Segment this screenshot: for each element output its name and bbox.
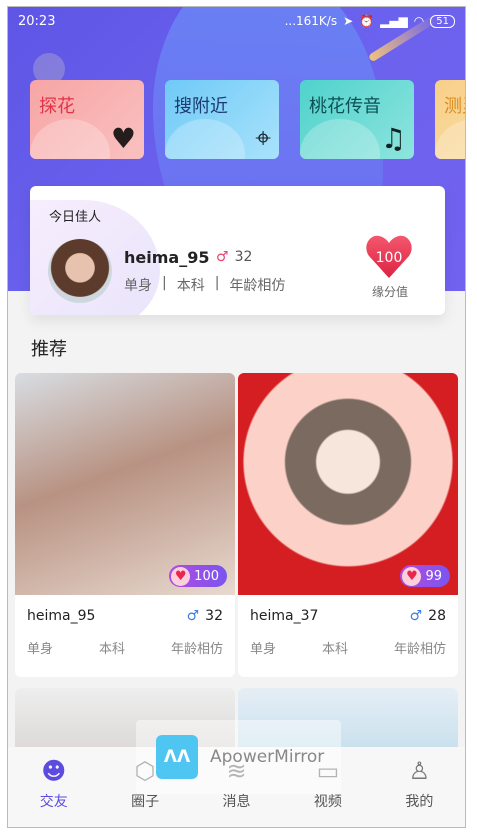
tag-age: 年龄相仿 bbox=[229, 278, 286, 294]
score-value: 100 bbox=[194, 568, 219, 584]
heart-icon: ♥ bbox=[402, 566, 422, 586]
alarm-icon: ⏰ bbox=[359, 14, 375, 28]
category-card-1[interactable]: 搜附近 ⌖ bbox=[165, 80, 279, 159]
category-label: 桃花传音 bbox=[309, 96, 381, 117]
tag-status: 单身 bbox=[124, 278, 152, 294]
status-bar: 20:23 ...161K/s ➤ ⏰ ▂▄▆ ◠ 51 bbox=[8, 7, 465, 35]
male-icon: ♂ bbox=[409, 608, 423, 624]
status-time: 20:23 bbox=[18, 13, 56, 29]
watermark-text: ApowerMirror bbox=[210, 747, 325, 767]
profile-icon: ♙ bbox=[408, 757, 431, 785]
today-age: 32 bbox=[234, 249, 253, 265]
user-photo: ♥ 100 bbox=[15, 373, 235, 595]
today-name: heima_95 bbox=[124, 248, 210, 267]
heart-icon: ♥ bbox=[171, 566, 191, 586]
user-tag: 单身 bbox=[27, 642, 54, 657]
apowermirror-logo-icon: ΛΛ bbox=[156, 735, 198, 779]
user-tag: 本科 bbox=[98, 642, 125, 657]
signal-icon: ▂▄▆ bbox=[380, 14, 408, 28]
user-tag: 单身 bbox=[250, 642, 277, 657]
user-card[interactable]: ♥ 100 heima_95 ♂ 32 单身 本科 年龄相仿 bbox=[15, 373, 235, 677]
category-card-0[interactable]: 探花 ♥ bbox=[30, 80, 144, 159]
nav-label: 交友 bbox=[39, 794, 68, 810]
category-label: 探花 bbox=[39, 96, 75, 117]
category-card-3[interactable]: 测灵魂✦ bbox=[435, 80, 465, 159]
today-score: 100 bbox=[375, 250, 403, 266]
category-illustration-icon: ♥ bbox=[110, 122, 136, 155]
user-name: heima_95 bbox=[27, 608, 96, 624]
nav-label: 我的 bbox=[405, 794, 434, 810]
user-name: heima_37 bbox=[250, 608, 319, 624]
category-card-2[interactable]: 桃花传音 ♫ bbox=[300, 80, 414, 159]
today-best-card[interactable]: 今日佳人 heima_95 ♂ 32 单身 | 本科 | 年龄相仿 100 缘分值 bbox=[30, 186, 445, 315]
score-badge: ♥ 99 bbox=[400, 565, 450, 587]
category-illustration-icon: ♫ bbox=[380, 122, 406, 155]
nav-item-0[interactable]: ☻ 交友 bbox=[8, 747, 99, 827]
category-label: 搜附近 bbox=[174, 96, 228, 117]
user-tag: 年龄相仿 bbox=[393, 642, 446, 657]
network-speed: ...161K/s bbox=[284, 14, 338, 28]
location-icon: ➤ bbox=[343, 14, 354, 28]
today-title: 今日佳人 bbox=[49, 210, 102, 225]
score-label: 缘分值 bbox=[372, 285, 409, 299]
male-icon: ♂ bbox=[186, 608, 200, 624]
chat-icon: ☻ bbox=[41, 757, 67, 785]
user-card[interactable]: ♥ 99 heima_37 ♂ 28 单身 本科 年龄相仿 bbox=[238, 373, 458, 677]
score-badge: ♥ 100 bbox=[169, 565, 227, 587]
watermark: ΛΛ ApowerMirror bbox=[136, 720, 341, 794]
user-age: 32 bbox=[205, 608, 223, 624]
score-value: 99 bbox=[425, 568, 442, 584]
nav-item-4[interactable]: ♙ 我的 bbox=[374, 747, 465, 827]
tag-education: 本科 bbox=[176, 278, 205, 294]
category-label: 测灵魂 bbox=[444, 96, 465, 117]
female-icon: ♂ bbox=[216, 249, 229, 265]
category-illustration-icon: ⌖ bbox=[255, 121, 271, 154]
user-tag: 年龄相仿 bbox=[170, 642, 223, 657]
nav-label: 消息 bbox=[222, 794, 251, 810]
user-tag: 本科 bbox=[321, 642, 348, 657]
avatar[interactable] bbox=[48, 239, 112, 303]
score-heart-icon: 100 bbox=[366, 234, 412, 278]
recommend-title: 推荐 bbox=[31, 339, 67, 360]
battery-icon: 51 bbox=[430, 14, 455, 28]
wifi-icon: ◠ bbox=[413, 14, 425, 28]
user-photo: ♥ 99 bbox=[238, 373, 458, 595]
nav-label: 圈子 bbox=[131, 794, 160, 810]
nav-label: 视频 bbox=[313, 794, 342, 810]
user-age: 28 bbox=[428, 608, 446, 624]
phone-screen: 20:23 ...161K/s ➤ ⏰ ▂▄▆ ◠ 51 探花 ♥ 搜附近 ⌖ 桃花传音… bbox=[7, 6, 466, 828]
